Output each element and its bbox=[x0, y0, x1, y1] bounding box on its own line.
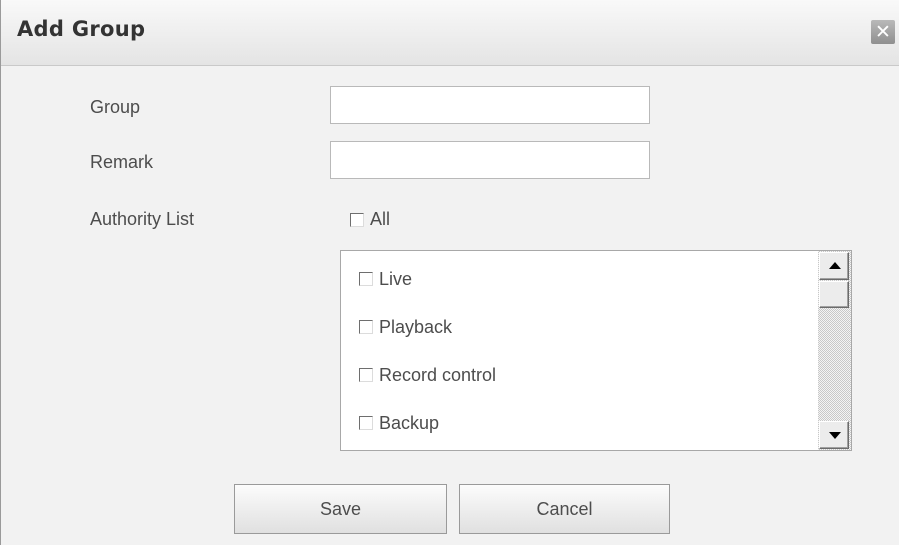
list-item-label: Backup bbox=[379, 413, 440, 433]
close-button[interactable]: ✕ bbox=[871, 20, 895, 44]
all-checkbox-row[interactable]: All bbox=[350, 209, 390, 230]
all-checkbox-label: All bbox=[370, 209, 391, 229]
backup-checkbox[interactable] bbox=[359, 416, 373, 430]
scroll-up-button[interactable] bbox=[819, 252, 849, 280]
add-group-dialog: Add Group ✕ Group Remark Authority List … bbox=[0, 0, 899, 545]
dialog-titlebar: Add Group ✕ bbox=[1, 0, 899, 66]
list-item-label: Playback bbox=[379, 317, 453, 337]
playback-checkbox[interactable] bbox=[359, 320, 373, 334]
list-item[interactable]: Record control bbox=[359, 365, 496, 413]
record-control-checkbox[interactable] bbox=[359, 368, 373, 382]
close-icon: ✕ bbox=[875, 21, 891, 43]
authority-list[interactable]: Live Playback Record control Backup bbox=[340, 250, 852, 451]
list-item[interactable]: Backup bbox=[359, 413, 496, 450]
group-name-input[interactable] bbox=[330, 86, 650, 124]
vertical-scrollbar[interactable] bbox=[818, 251, 851, 450]
arrow-down-icon bbox=[829, 432, 841, 439]
all-checkbox[interactable] bbox=[350, 212, 364, 227]
cancel-button[interactable]: Cancel bbox=[459, 484, 670, 534]
remark-label: Remark bbox=[90, 152, 154, 172]
scroll-down-button[interactable] bbox=[819, 421, 849, 449]
list-item-label: Live bbox=[379, 269, 413, 289]
live-checkbox[interactable] bbox=[359, 272, 373, 286]
list-item[interactable]: Live bbox=[359, 269, 496, 317]
remark-input[interactable] bbox=[330, 141, 650, 179]
group-label: Group bbox=[90, 97, 141, 117]
authority-list-label: Authority List bbox=[90, 209, 195, 229]
authority-list-items: Live Playback Record control Backup bbox=[359, 269, 496, 450]
dialog-title: Add Group bbox=[17, 17, 146, 41]
save-button[interactable]: Save bbox=[234, 484, 447, 534]
scrollbar-thumb[interactable] bbox=[819, 281, 849, 308]
arrow-up-icon bbox=[829, 262, 841, 269]
list-item[interactable]: Playback bbox=[359, 317, 496, 365]
list-item-label: Record control bbox=[379, 365, 497, 385]
